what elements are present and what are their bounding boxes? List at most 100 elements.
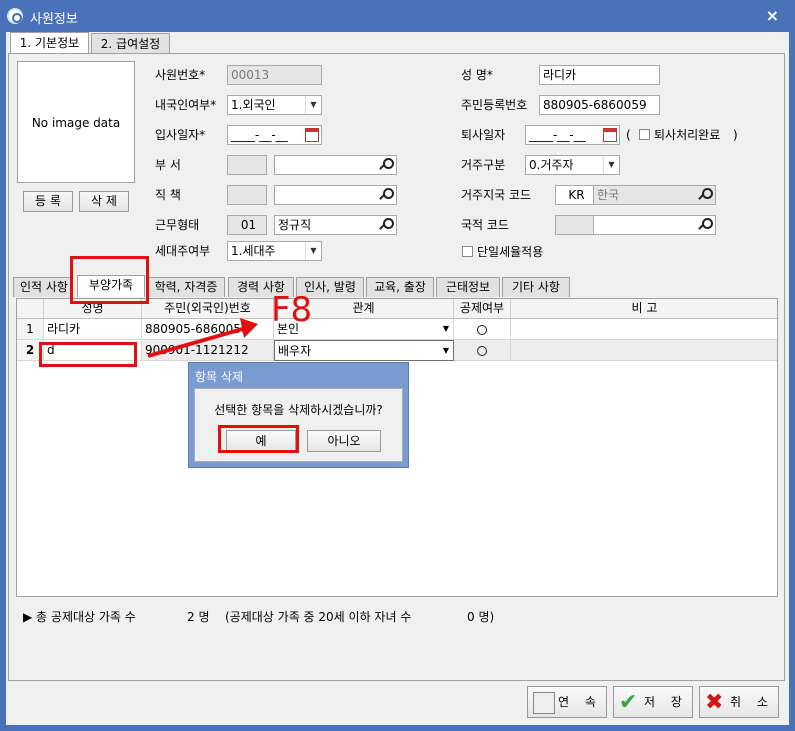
calendar-icon[interactable] xyxy=(603,128,617,142)
dialog-message: 선택한 항목을 삭제하시겠습니까? xyxy=(214,403,383,417)
join-date-label: 입사일자* xyxy=(155,128,206,142)
search-icon[interactable] xyxy=(698,188,713,202)
chevron-down-icon[interactable]: ▼ xyxy=(603,156,619,174)
leave-done-label: 퇴사처리완료 xyxy=(654,128,721,142)
chevron-down-icon[interactable]: ▼ xyxy=(305,242,321,260)
householder-value: 1.세대주 xyxy=(231,244,276,258)
annotation-name-cell xyxy=(39,342,137,367)
residence-select[interactable]: 0.거주자 ▼ xyxy=(525,155,620,175)
subtab-personal[interactable]: 인적 사항 xyxy=(13,277,73,297)
photo-register-button[interactable]: 등 록 xyxy=(23,191,73,212)
leave-done-checkbox[interactable] xyxy=(639,129,650,140)
dept-label: 부 서 xyxy=(155,158,181,172)
table-row-number: 1 xyxy=(17,319,44,340)
residence-label: 거주구분 xyxy=(461,158,506,172)
tab-pay-settings[interactable]: 2. 급여설정 xyxy=(91,33,170,55)
grid-cell-note[interactable] xyxy=(511,319,777,340)
nationality-label: 국적 코드 xyxy=(461,218,509,232)
single-tax-checkbox[interactable] xyxy=(462,246,473,257)
subtab-education[interactable]: 학력, 자격증 xyxy=(147,277,225,297)
position-code-field[interactable] xyxy=(227,185,267,205)
search-icon[interactable] xyxy=(379,158,394,172)
position-name-field[interactable] xyxy=(274,185,397,205)
chevron-down-icon[interactable]: ▼ xyxy=(443,341,449,360)
chevron-down-icon[interactable]: ▼ xyxy=(443,319,449,339)
search-icon[interactable] xyxy=(379,188,394,202)
dialog-title: 항목 삭제 xyxy=(195,370,243,384)
work-type-field[interactable]: 정규직 xyxy=(274,215,397,235)
continue-icon xyxy=(533,692,555,714)
position-label: 직 책 xyxy=(155,188,181,202)
residence-country-label: 거주지국 코드 xyxy=(461,188,532,202)
work-type-value: 정규직 xyxy=(278,218,312,232)
residence-country-code-field[interactable]: KR xyxy=(555,185,595,205)
calendar-icon[interactable] xyxy=(305,128,319,142)
cancel-button[interactable]: ✖ 취 소 xyxy=(699,686,779,718)
window-title: 사원정보 xyxy=(30,12,78,27)
name-label: 성 명* xyxy=(461,68,493,82)
residence-country-field[interactable]: 한국 xyxy=(593,185,716,205)
dept-code-field[interactable] xyxy=(227,155,267,175)
emp-no-label: 사원번호* xyxy=(155,68,206,82)
work-type-code-field[interactable]: 01 xyxy=(227,215,267,235)
total-dependents-value: 2 명 xyxy=(187,610,210,624)
close-icon[interactable]: × xyxy=(766,6,779,25)
grid-header-deduct[interactable]: 공제여부 xyxy=(454,299,511,319)
x-mark-icon: ✖ xyxy=(705,690,724,715)
work-type-label: 근무형태 xyxy=(155,218,200,232)
annotation-yes-button xyxy=(218,425,299,453)
photo-delete-button[interactable]: 삭 제 xyxy=(79,191,129,212)
nationality-code-field[interactable] xyxy=(555,215,595,235)
save-button[interactable]: ✔ 저 장 xyxy=(613,686,693,718)
domestic-value: 1.외국인 xyxy=(231,98,276,112)
rrn-label: 주민등록번호 xyxy=(461,98,528,112)
search-icon[interactable] xyxy=(379,218,394,232)
grid-rownum-header xyxy=(17,299,44,319)
dept-name-field[interactable] xyxy=(274,155,397,175)
join-date-value: ____-__-__ xyxy=(231,128,288,142)
leave-paren-open: ( xyxy=(626,128,631,142)
leave-date-value: ____-__-__ xyxy=(529,128,586,142)
title-bar: 사원정보 × xyxy=(0,0,795,32)
leave-paren-close: ) xyxy=(733,128,738,142)
app-logo-icon xyxy=(7,8,23,24)
single-tax-label: 단일세율적용 xyxy=(477,245,544,259)
continue-label: 연 속 xyxy=(558,695,602,709)
photo-box: No image data xyxy=(17,61,135,183)
grid-cell-note[interactable] xyxy=(511,340,777,361)
annotation-arrow xyxy=(147,318,258,358)
residence-country-value: 한국 xyxy=(597,188,620,202)
subtab-etc[interactable]: 기타 사항 xyxy=(502,277,570,297)
householder-select[interactable]: 1.세대주 ▼ xyxy=(227,241,322,261)
children-count-label: (공제대상 가족 중 20세 이하 자녀 수 xyxy=(225,610,412,624)
emp-no-field[interactable]: 00013 xyxy=(227,65,322,85)
continue-button[interactable]: 연 속 xyxy=(527,686,607,718)
search-icon[interactable] xyxy=(698,218,713,232)
deduct-circle-icon xyxy=(477,324,487,335)
dialog-no-button[interactable]: 아니오 xyxy=(307,430,381,452)
cancel-label: 취 소 xyxy=(730,695,774,709)
chevron-down-icon[interactable]: ▼ xyxy=(305,96,321,114)
leave-date-field[interactable]: ____-__-__ xyxy=(525,125,620,145)
total-dependents-label: ▶ 총 공제대상 가족 수 xyxy=(23,610,136,624)
save-label: 저 장 xyxy=(644,695,688,709)
deduct-circle-icon xyxy=(477,345,487,356)
children-count-value: 0 명) xyxy=(467,610,495,624)
checkmark-icon: ✔ xyxy=(619,690,638,715)
grid-cell-name[interactable]: 라디카 xyxy=(44,319,142,340)
grid-cell-deduct[interactable] xyxy=(454,340,511,361)
relation-value: 배우자 xyxy=(278,344,312,358)
householder-label: 세대주여부 xyxy=(155,244,211,258)
name-field[interactable]: 라디카 xyxy=(539,65,660,85)
join-date-field[interactable]: ____-__-__ xyxy=(227,125,322,145)
annotation-dependents-tab xyxy=(70,256,149,304)
grid-cell-deduct[interactable] xyxy=(454,319,511,340)
grid-cell-relation[interactable]: 배우자 ▼ xyxy=(274,340,454,361)
domestic-select[interactable]: 1.외국인 ▼ xyxy=(227,95,322,115)
rrn-field[interactable]: 880905-6860059 xyxy=(539,95,660,115)
nationality-name-field[interactable] xyxy=(593,215,716,235)
grid-header-note[interactable]: 비 고 xyxy=(511,299,777,319)
residence-value: 0.거주자 xyxy=(529,158,574,172)
subtab-training[interactable]: 교육, 출장 xyxy=(366,277,434,297)
subtab-attendance[interactable]: 근태정보 xyxy=(436,277,500,297)
